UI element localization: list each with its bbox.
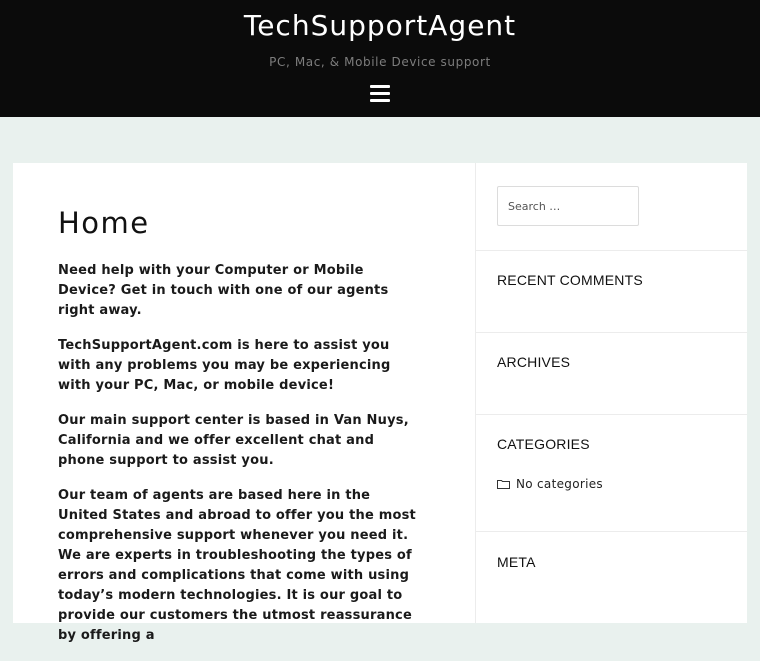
page-title: Home — [58, 206, 150, 240]
widget-divider — [476, 332, 747, 333]
hamburger-menu-icon[interactable] — [370, 85, 390, 103]
page-body: Need help with your Computer or Mobile D… — [58, 261, 423, 661]
search-input[interactable] — [497, 186, 639, 226]
widget-divider — [476, 250, 747, 251]
site-header: TechSupportAgent PC, Mac, & Mobile Devic… — [0, 0, 760, 117]
site-tagline: PC, Mac, & Mobile Device support — [269, 55, 491, 69]
categories-heading: CATEGORIES — [497, 436, 590, 452]
recent-comments-heading: RECENT COMMENTS — [497, 272, 643, 288]
paragraph: Need help with your Computer or Mobile D… — [58, 263, 389, 318]
widget-divider — [476, 531, 747, 532]
paragraph: Our team of agents are based here in the… — [58, 488, 416, 643]
paragraph: TechSupportAgent.com is here to assist y… — [58, 338, 391, 393]
category-item: No categories — [497, 477, 603, 491]
site-title[interactable]: TechSupportAgent — [0, 8, 760, 44]
meta-heading: META — [497, 554, 536, 570]
paragraph: Our main support center is based in Van … — [58, 413, 409, 468]
archives-heading: ARCHIVES — [497, 354, 571, 370]
widget-divider — [476, 414, 747, 415]
sidebar: RECENT COMMENTS ARCHIVES CATEGORIES No c… — [476, 163, 747, 623]
no-categories-label: No categories — [516, 477, 603, 491]
folder-icon — [497, 480, 510, 489]
main-content: Home Need help with your Computer or Mob… — [13, 163, 476, 643]
main-container: Home Need help with your Computer or Mob… — [13, 163, 747, 643]
